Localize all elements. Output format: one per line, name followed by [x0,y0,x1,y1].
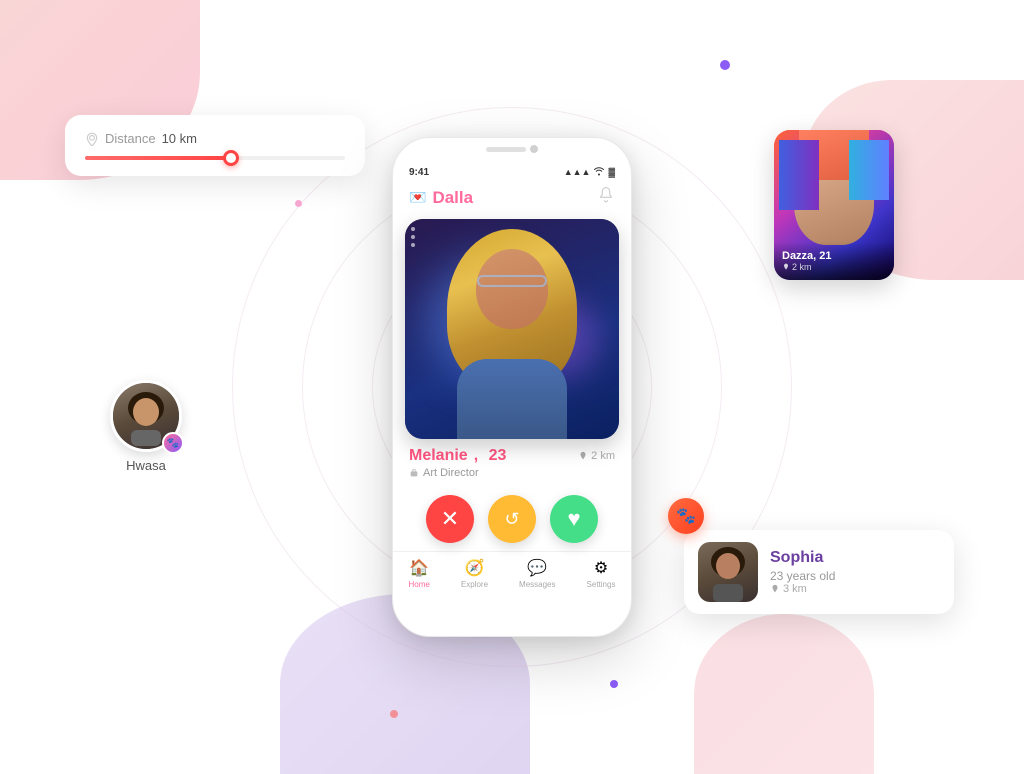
distance-slider-fill [85,156,228,160]
hwasa-name: Hwasa [126,458,166,473]
jacket [457,359,567,439]
nav-messages[interactable]: 💬 Messages [519,558,555,589]
dazza-image: Dazza, 21 2 km [774,130,894,280]
like-button[interactable]: ♥ [550,495,598,543]
messages-label: Messages [519,580,555,589]
nav-home[interactable]: 🏠 Home [409,558,430,589]
glasses [477,275,547,287]
phone-title: 💌 Dalla [409,188,473,208]
profile-card-dots [411,227,415,247]
explore-icon: 🧭 [464,558,484,578]
orange-badge[interactable]: 🐾 [668,498,704,534]
card-name-row: Melanie, 23 2 km [409,447,615,465]
decorative-dot-1 [720,60,730,70]
briefcase-icon [409,468,419,478]
profile-job: Art Director [409,467,615,479]
nav-explore[interactable]: 🧭 Explore [461,558,488,589]
explore-label: Explore [461,580,488,589]
bottom-nav: 🏠 Home 🧭 Explore 💬 Messages ⚙ Settings [393,551,631,593]
dazza-location-icon [782,263,790,271]
settings-label: Settings [587,580,616,589]
distance-slider-thumb[interactable] [223,150,239,166]
dazza-card[interactable]: Dazza, 21 2 km [774,130,894,280]
profile-name: Melanie, 23 [409,447,506,465]
sophia-name: Sophia [770,549,940,567]
bg-blob-bottom-right [694,614,874,774]
distance-slider-track[interactable] [85,156,345,160]
dazza-distance: 2 km [782,262,886,272]
location-icon [85,132,99,146]
sophia-avatar-image [698,542,758,602]
decorative-dot-5 [390,710,398,718]
profile-card[interactable] [405,219,619,439]
dot-2 [411,235,415,239]
home-icon: 🏠 [409,558,429,578]
sophia-info: Sophia 23 years old 3 km [770,549,940,595]
decorative-dot-4 [295,200,302,207]
dazza-name: Dazza, 21 [782,250,886,262]
phone-speaker [486,147,526,152]
signal-icon: ▲▲▲ [564,167,591,177]
hwasa-badge: 🐾 [162,432,184,454]
nav-settings[interactable]: ⚙ Settings [587,558,616,589]
hwasa-card: 🐾 Hwasa [110,380,182,473]
sophia-card[interactable]: Sophia 23 years old 3 km [684,530,954,614]
phone-camera [530,145,538,153]
settings-icon: ⚙ [594,558,608,578]
wifi-icon [593,166,605,178]
dot-1 [411,227,415,231]
sophia-person-svg [703,542,753,602]
title-icon: 💌 [409,189,426,206]
messages-icon: 💬 [527,558,547,578]
sophia-location-icon [770,584,780,594]
distance-label: Distance 10 km [85,131,345,146]
action-buttons: ✕ ↺ ♥ [393,483,631,551]
card-info: Melanie, 23 2 km Art Director [393,439,631,483]
distance-card: Distance 10 km [65,115,365,176]
rewind-button[interactable]: ↺ [488,495,536,543]
home-label: Home [409,580,430,589]
dazza-hair-left [779,140,819,210]
reject-button[interactable]: ✕ [426,495,474,543]
sophia-distance: 3 km [770,583,940,595]
status-time: 9:41 [409,167,429,178]
decorative-dot-3 [610,680,618,688]
dazza-hair-right [849,140,889,200]
phone-mockup: 9:41 ▲▲▲ ▓ 💌 Dalla [392,137,632,637]
location-small-icon [578,451,588,461]
phone-header: 💌 Dalla [393,182,631,219]
dazza-info: Dazza, 21 2 km [774,242,894,280]
notification-bell-icon[interactable] [597,186,615,209]
app-title: Dalla [432,188,473,208]
sophia-age: 23 years old [770,569,940,583]
profile-distance: 2 km [578,450,615,462]
face [476,249,548,329]
status-icons: ▲▲▲ ▓ [564,166,615,178]
battery-icon: ▓ [608,167,615,177]
sophia-avatar [698,542,758,602]
dot-3 [411,243,415,247]
phone-notch [462,138,562,160]
